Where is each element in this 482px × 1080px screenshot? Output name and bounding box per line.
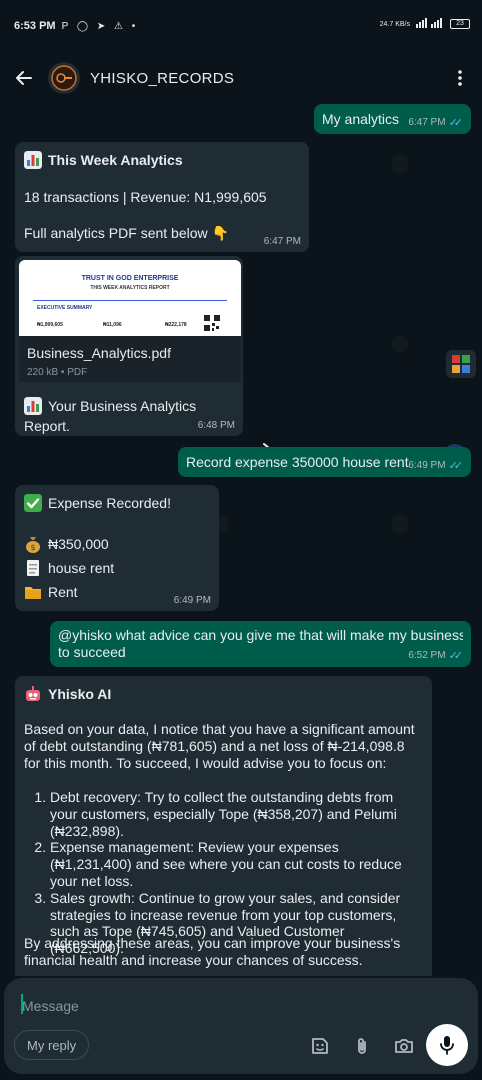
signal-icon xyxy=(416,18,444,30)
contact-name[interactable]: YHISKO_RECORDS xyxy=(90,70,234,87)
status-right: 24.7 KB/s 23 xyxy=(380,18,470,30)
arrow-left-icon xyxy=(16,71,32,85)
contact-avatar[interactable] xyxy=(48,62,80,94)
money-bag-icon: $ xyxy=(26,537,40,553)
expense-category: Rent xyxy=(48,584,78,600)
file-meta: 220 kB • PDF xyxy=(27,367,88,378)
pdf-stat: ₦11,096 xyxy=(103,322,122,328)
message-time: 6:52 PM ✓✓ xyxy=(408,649,463,663)
file-name: Business_Analytics.pdf xyxy=(27,345,171,361)
file-info[interactable]: Business_Analytics.pdf 220 kB • PDF xyxy=(19,336,241,382)
my-reply-chip[interactable]: My reply xyxy=(14,1030,90,1060)
message-incoming[interactable]: This Week Analytics 18 transactions | Re… xyxy=(15,142,309,252)
memo-icon xyxy=(27,560,39,576)
read-ticks-icon: ✓✓ xyxy=(448,459,464,472)
message-document[interactable]: TRUST IN GOD ENTERPRISE THIS WEEK ANALYT… xyxy=(15,256,243,436)
network-speed: 24.7 KB/s xyxy=(379,20,410,28)
message-text: Your Business Analytics xyxy=(48,398,197,414)
message-composer: My reply xyxy=(4,978,478,1074)
message-input[interactable] xyxy=(22,994,322,1018)
pdf-section: EXECUTIVE SUMMARY xyxy=(37,305,93,311)
logo-icon xyxy=(51,65,77,91)
message-time: 6:47 PM xyxy=(263,236,301,247)
chat-header: YHISKO_RECORDS xyxy=(0,52,482,104)
message-text: 18 transactions | Revenue: N1,999,605 xyxy=(24,189,267,205)
battery-icon: 23 xyxy=(450,19,470,29)
more-options-button[interactable] xyxy=(448,62,472,94)
bar-chart-icon xyxy=(24,151,42,169)
message-time: 6:48 PM xyxy=(197,420,235,431)
message-title: Expense Recorded! xyxy=(48,495,171,511)
microphone-icon xyxy=(440,1036,454,1055)
read-ticks-icon: ✓✓ xyxy=(448,116,464,129)
chat-area[interactable]: My analytics 6:47 PM ✓✓ This Week Analyti… xyxy=(0,104,482,976)
message-incoming[interactable]: Yhisko AI Based on your data, I notice t… xyxy=(15,676,432,976)
sticker-button[interactable] xyxy=(308,1034,332,1058)
status-bar: 6:53 PM P ◯ ➤ ⚠ • 24.7 KB/s 23 xyxy=(0,0,482,52)
message-text: Based on your data, I notice that you ha… xyxy=(24,721,415,771)
message-text: Full analytics PDF sent below xyxy=(24,225,208,241)
read-ticks-icon: ✓✓ xyxy=(448,649,464,662)
more-vertical-icon xyxy=(458,70,462,86)
list-item: Debt recovery: Try to collect the outsta… xyxy=(50,789,422,839)
message-time: 6:47 PM ✓✓ xyxy=(408,116,463,130)
message-text: to succeed xyxy=(58,644,126,660)
qr-code-icon xyxy=(203,314,221,332)
expense-description: house rent xyxy=(48,560,115,576)
status-time: 6:53 PM xyxy=(14,20,56,32)
sticker-icon xyxy=(312,1038,328,1054)
pointing-down-icon: 👇 xyxy=(211,225,229,241)
message-text: @yhisko what advice can you give me that… xyxy=(58,627,463,643)
paperclip-icon xyxy=(358,1038,366,1054)
message-title: Yhisko AI xyxy=(48,686,112,702)
camera-icon xyxy=(395,1039,413,1053)
check-mark-icon xyxy=(24,494,42,512)
pdf-company: TRUST IN GOD ENTERPRISE xyxy=(81,275,179,282)
pdf-rule xyxy=(33,300,227,301)
message-outgoing[interactable]: Record expense 350000 house rent 6:49 PM… xyxy=(178,447,471,477)
message-time: 6:49 PM ✓✓ xyxy=(408,459,463,473)
message-incoming[interactable]: Expense Recorded! $ ₦350,000 house rent R… xyxy=(15,485,219,611)
svg-text:$: $ xyxy=(30,543,35,552)
pdf-thumbnail[interactable]: TRUST IN GOD ENTERPRISE THIS WEEK ANALYT… xyxy=(19,260,241,336)
advice-list: Debt recovery: Try to collect the outsta… xyxy=(24,789,422,957)
robot-icon xyxy=(26,686,40,701)
back-button[interactable] xyxy=(4,58,44,98)
bar-chart-icon xyxy=(24,397,42,415)
list-item: Expense management: Review your expenses… xyxy=(50,839,422,889)
message-text: By addressing these areas, you can impro… xyxy=(24,935,401,968)
notification-icons: P ◯ ➤ ⚠ • xyxy=(61,20,139,32)
voice-message-button[interactable] xyxy=(426,1024,468,1066)
message-outgoing[interactable]: @yhisko what advice can you give me that… xyxy=(50,621,471,667)
expense-amount: ₦350,000 xyxy=(48,536,109,552)
camera-button[interactable] xyxy=(392,1034,416,1058)
message-title: This Week Analytics xyxy=(48,152,183,168)
floating-app-shortcut[interactable] xyxy=(446,350,476,378)
pdf-stat: ₦1,999,605 xyxy=(37,322,63,328)
text-cursor xyxy=(21,994,23,1014)
message-text: Report. xyxy=(24,418,70,434)
message-outgoing[interactable]: My analytics 6:47 PM ✓✓ xyxy=(314,104,471,134)
message-text: My analytics xyxy=(322,111,400,127)
pdf-subtitle: THIS WEEK ANALYTICS REPORT xyxy=(90,285,170,291)
folder-icon xyxy=(25,587,41,599)
message-time: 6:49 PM xyxy=(173,595,211,606)
attach-button[interactable] xyxy=(350,1034,374,1058)
pdf-stat: ₦222,178 xyxy=(165,322,187,328)
message-text: Record expense 350000 house rent xyxy=(186,454,409,470)
app-shortcut-icon xyxy=(452,355,470,373)
